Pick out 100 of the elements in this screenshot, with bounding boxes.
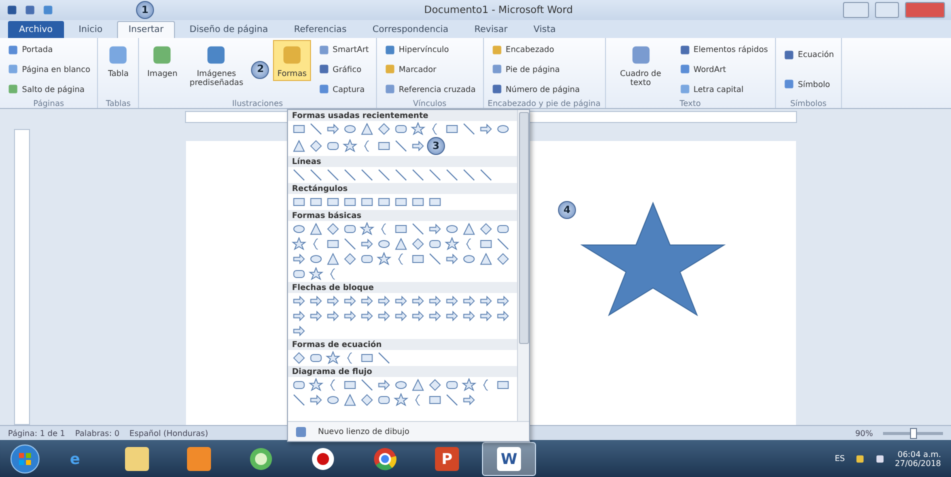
rectangle-shape-icon[interactable]	[427, 393, 443, 407]
star-shape-icon[interactable]	[393, 393, 409, 407]
ribbon-tab[interactable]: Insertar	[117, 21, 175, 38]
line-shape-icon[interactable]	[478, 168, 494, 182]
rounded-rectangle-shape-icon[interactable]	[325, 139, 341, 153]
minimize-button[interactable]	[843, 2, 869, 18]
rectangle-shape-icon[interactable]	[410, 252, 426, 266]
line-shape-icon[interactable]	[376, 168, 392, 182]
line-shape-icon[interactable]	[410, 222, 426, 236]
oval-shape-icon[interactable]	[291, 222, 307, 236]
line-shape-icon[interactable]	[444, 168, 460, 182]
ribbon-tab[interactable]: Archivo	[8, 21, 64, 38]
star-shape-icon[interactable]	[359, 222, 375, 236]
rectangle-shape-icon[interactable]	[427, 195, 443, 209]
arrow-shape-icon[interactable]	[444, 309, 460, 323]
arrow-shape-icon[interactable]	[478, 309, 494, 323]
arrow-shape-icon[interactable]	[461, 309, 477, 323]
oval-shape-icon[interactable]	[308, 252, 324, 266]
oval-shape-icon[interactable]	[393, 378, 409, 392]
star-shape-icon[interactable]	[325, 351, 341, 365]
arrow-shape-icon[interactable]	[410, 139, 426, 153]
star-shape-icon[interactable]	[342, 139, 358, 153]
ribbon-tab[interactable]: Referencias	[283, 21, 358, 38]
oval-shape-icon[interactable]	[342, 122, 358, 136]
triangle-shape-icon[interactable]	[478, 252, 494, 266]
ribbon-button[interactable]: Captura	[314, 81, 372, 98]
ribbon-tab[interactable]: Revisar	[463, 21, 519, 38]
zoom-thumb[interactable]	[910, 428, 917, 438]
ribbon-button[interactable]: Letra capital	[676, 81, 771, 98]
triangle-shape-icon[interactable]	[291, 139, 307, 153]
rectangle-shape-icon[interactable]	[325, 195, 341, 209]
line-shape-icon[interactable]	[291, 393, 307, 407]
rectangle-shape-icon[interactable]	[393, 222, 409, 236]
ribbon-tab[interactable]: Correspondencia	[362, 21, 460, 38]
start-button[interactable]	[10, 444, 40, 474]
line-shape-icon[interactable]	[308, 122, 324, 136]
arrow-shape-icon[interactable]	[444, 252, 460, 266]
ribbon-button[interactable]: Encabezado	[488, 42, 583, 58]
ribbon-button[interactable]: Tabla	[102, 40, 134, 81]
line-shape-icon[interactable]	[410, 168, 426, 182]
line-shape-icon[interactable]	[393, 139, 409, 153]
diamond-shape-icon[interactable]	[308, 139, 324, 153]
arrow-shape-icon[interactable]	[427, 222, 443, 236]
ribbon-button[interactable]: Imágenes prediseñadas	[185, 40, 248, 90]
line-shape-icon[interactable]	[325, 168, 341, 182]
line-shape-icon[interactable]	[291, 168, 307, 182]
triangle-shape-icon[interactable]	[359, 122, 375, 136]
triangle-shape-icon[interactable]	[410, 378, 426, 392]
rounded-rectangle-shape-icon[interactable]	[308, 351, 324, 365]
star-shape-icon[interactable]	[308, 267, 324, 281]
rounded-rectangle-shape-icon[interactable]	[291, 378, 307, 392]
triangle-shape-icon[interactable]	[325, 252, 341, 266]
arrow-shape-icon[interactable]	[478, 294, 494, 308]
star-shape[interactable]	[580, 201, 726, 317]
line-shape-icon[interactable]	[359, 168, 375, 182]
taskbar-button[interactable]: W	[482, 442, 536, 476]
ribbon-button[interactable]: Salto de página	[4, 81, 94, 98]
arrow-shape-icon[interactable]	[308, 309, 324, 323]
rectangle-shape-icon[interactable]	[291, 122, 307, 136]
rounded-rectangle-shape-icon[interactable]	[342, 222, 358, 236]
rectangle-shape-icon[interactable]	[359, 195, 375, 209]
oval-shape-icon[interactable]	[495, 122, 511, 136]
arrow-shape-icon[interactable]	[376, 309, 392, 323]
line-shape-icon[interactable]	[461, 122, 477, 136]
rounded-rectangle-shape-icon[interactable]	[359, 252, 375, 266]
rectangle-shape-icon[interactable]	[325, 237, 341, 251]
arrow-shape-icon[interactable]	[410, 309, 426, 323]
ribbon-tab[interactable]: Vista	[522, 21, 567, 38]
arrow-shape-icon[interactable]	[359, 309, 375, 323]
ribbon-button[interactable]: Imagen	[143, 40, 182, 81]
arrow-shape-icon[interactable]	[308, 393, 324, 407]
arrow-shape-icon[interactable]	[325, 309, 341, 323]
ribbon-button[interactable]: Ecuación	[780, 46, 837, 63]
arrow-shape-icon[interactable]	[359, 294, 375, 308]
maximize-button[interactable]	[875, 2, 899, 18]
arrow-shape-icon[interactable]	[478, 122, 494, 136]
triangle-shape-icon[interactable]	[393, 237, 409, 251]
rounded-rectangle-shape-icon[interactable]	[291, 267, 307, 281]
arrow-shape-icon[interactable]	[291, 324, 307, 338]
rectangle-shape-icon[interactable]	[342, 378, 358, 392]
rectangle-shape-icon[interactable]	[495, 378, 511, 392]
keyboard-language[interactable]: ES	[834, 454, 845, 463]
line-shape-icon[interactable]	[427, 168, 443, 182]
star-shape-icon[interactable]	[308, 378, 324, 392]
ribbon-button[interactable]: Número de página	[488, 81, 583, 98]
ribbon-button[interactable]: Hipervínculo	[380, 42, 479, 58]
line-shape-icon[interactable]	[342, 237, 358, 251]
rectangle-shape-icon[interactable]	[478, 237, 494, 251]
star-shape-icon[interactable]	[461, 378, 477, 392]
oval-shape-icon[interactable]	[444, 222, 460, 236]
star-shape-icon[interactable]	[376, 252, 392, 266]
arrow-shape-icon[interactable]	[461, 393, 477, 407]
oval-shape-icon[interactable]	[461, 252, 477, 266]
line-shape-icon[interactable]	[461, 168, 477, 182]
ribbon-button[interactable]: SmartArt	[314, 42, 372, 58]
ribbon-tab[interactable]: Diseño de página	[178, 21, 280, 38]
line-shape-icon[interactable]	[444, 393, 460, 407]
line-shape-icon[interactable]	[376, 351, 392, 365]
scrollbar[interactable]	[517, 110, 529, 421]
arrow-shape-icon[interactable]	[342, 309, 358, 323]
